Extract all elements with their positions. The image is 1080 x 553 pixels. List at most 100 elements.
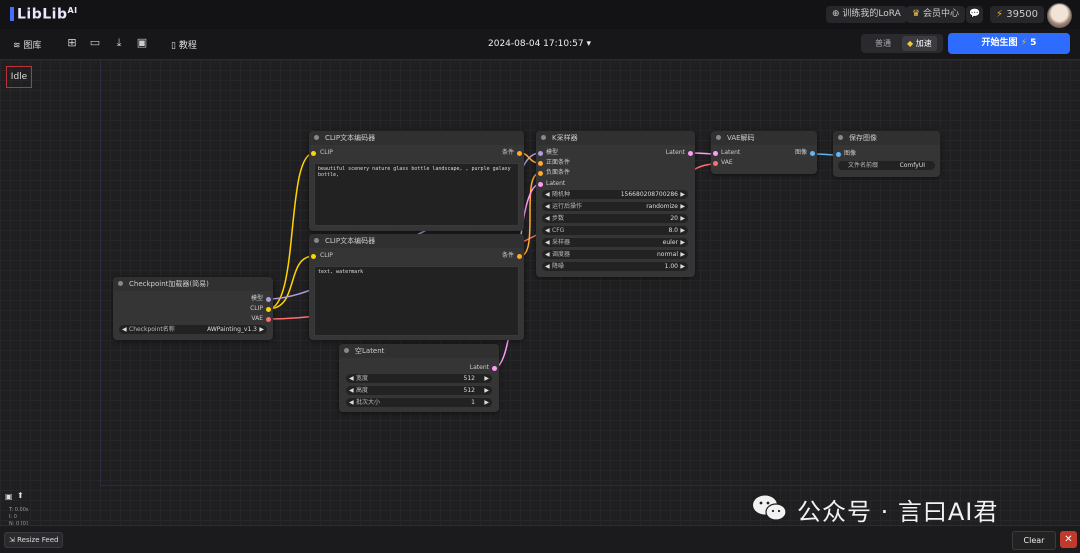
- model-input-port[interactable]: [538, 151, 543, 156]
- arrow-right-icon[interactable]: ▶: [680, 202, 685, 211]
- queue-status: Idle: [6, 66, 32, 88]
- arrow-right-icon[interactable]: ▶: [484, 386, 489, 395]
- arrow-left-icon[interactable]: ◀: [349, 374, 354, 383]
- denoise-widget[interactable]: ◀ 降噪 1.00 ▶: [542, 262, 688, 271]
- message-button[interactable]: 💬: [966, 6, 984, 23]
- prompt-textarea[interactable]: beautiful scenery nature glass bottle la…: [314, 163, 519, 226]
- arrow-left-icon[interactable]: ◀: [349, 386, 354, 395]
- clip-input-port[interactable]: [311, 254, 316, 259]
- arrow-left-icon[interactable]: ◀: [545, 226, 550, 235]
- save-image-node[interactable]: 保存图像 图像 文件名前缀 ComfyUI: [833, 131, 940, 177]
- batch-size-widget[interactable]: ◀ 批次大小 1 ▶: [346, 398, 492, 407]
- arrow-left-icon[interactable]: ◀: [545, 250, 550, 259]
- node-collapse-dot[interactable]: [314, 238, 319, 243]
- scheduler-widget[interactable]: ◀ 调度器 normal ▶: [542, 250, 688, 259]
- arrow-right-icon[interactable]: ▶: [680, 190, 685, 199]
- cfg-widget[interactable]: ◀ CFG 8.0 ▶: [542, 226, 688, 235]
- height-widget[interactable]: ◀ 高度 512 ▶: [346, 386, 492, 395]
- node-collapse-dot[interactable]: [118, 281, 123, 286]
- node-title[interactable]: K采样器: [536, 131, 695, 145]
- logo-mark-icon: [10, 6, 14, 21]
- checkpoint-name-select[interactable]: ◀ Checkpoint名称 AWPainting_v1.3 ▶: [119, 325, 267, 334]
- negative-prompt-textarea[interactable]: text, watermark: [314, 266, 519, 336]
- node-collapse-dot[interactable]: [716, 135, 721, 140]
- vae-output-port[interactable]: [266, 317, 271, 322]
- start-generate-button[interactable]: 开始生图 ⚡ 5: [948, 33, 1070, 54]
- vae-decode-node[interactable]: VAE解码 Latent VAE 图像: [711, 131, 817, 174]
- arrow-right-icon[interactable]: ▶: [680, 238, 685, 247]
- latent-input-port[interactable]: [538, 182, 543, 187]
- node-title[interactable]: 保存图像: [833, 131, 940, 145]
- mode-normal-tab[interactable]: 普通: [870, 36, 896, 51]
- save-icon[interactable]: ▣: [136, 37, 148, 49]
- ksampler-node[interactable]: K采样器 模型 正面条件 负面条件 Latent Latent ◀ 随机种 1566…: [536, 131, 695, 277]
- library-button[interactable]: ≋ 图库: [13, 38, 41, 51]
- arrow-right-icon[interactable]: ▶: [680, 214, 685, 223]
- train-lora-button[interactable]: ⊕ 训练我的LoRA: [826, 6, 907, 23]
- tutorial-button[interactable]: ▯ 教程: [171, 38, 197, 51]
- width-widget[interactable]: ◀ 宽度 512 ▶: [346, 374, 492, 383]
- image-input-port[interactable]: [836, 152, 841, 157]
- clip-text-encode-node-1[interactable]: CLIP文本编码器 CLIP 条件 beautiful scenery natu…: [309, 131, 524, 231]
- node-title[interactable]: 空Latent: [339, 344, 499, 358]
- latent-output-port[interactable]: [492, 366, 497, 371]
- control-after-generate-widget[interactable]: ◀ 运行后操作 randomize ▶: [542, 202, 688, 211]
- arrow-right-icon[interactable]: ▶: [259, 325, 264, 334]
- node-title[interactable]: CLIP文本编码器: [309, 234, 524, 248]
- vae-input-port[interactable]: [713, 161, 718, 166]
- canvas-upload-icon[interactable]: ⬆: [17, 491, 24, 500]
- filename-prefix-input[interactable]: 文件名前缀 ComfyUI: [838, 161, 935, 170]
- arrow-right-icon[interactable]: ▶: [680, 262, 685, 271]
- arrow-right-icon[interactable]: ▶: [680, 250, 685, 259]
- mode-fast-tab[interactable]: ◆ 加速: [902, 36, 937, 51]
- node-collapse-dot[interactable]: [541, 135, 546, 140]
- negative-input-port[interactable]: [538, 171, 543, 176]
- points-badge[interactable]: ⚡ 39500: [990, 6, 1045, 23]
- arrow-left-icon[interactable]: ◀: [545, 238, 550, 247]
- clear-button[interactable]: Clear: [1012, 531, 1056, 550]
- app-logo[interactable]: LibLibAI: [10, 6, 78, 23]
- steps-widget[interactable]: ◀ 步数 20 ▶: [542, 214, 688, 223]
- arrow-left-icon[interactable]: ◀: [545, 202, 550, 211]
- arrow-left-icon[interactable]: ◀: [545, 190, 550, 199]
- seed-widget[interactable]: ◀ 随机种 156680208700286 ▶: [542, 190, 688, 199]
- close-icon[interactable]: ✕: [1060, 531, 1077, 548]
- clip-output-port[interactable]: [266, 307, 271, 312]
- empty-latent-node[interactable]: 空Latent Latent ◀ 宽度 512 ▶ ◀ 高度 512 ▶ ◀ 批次大小 1 ▶: [339, 344, 499, 412]
- node-title[interactable]: CLIP文本编码器: [309, 131, 524, 145]
- node-title[interactable]: Checkpoint加载器(简易): [113, 277, 273, 291]
- new-file-icon[interactable]: ⊞: [66, 37, 78, 49]
- caret-down-icon: ▾: [586, 39, 591, 49]
- model-output-port[interactable]: [266, 297, 271, 302]
- resize-feed-button[interactable]: ⇲ Resize Feed: [4, 532, 64, 548]
- positive-input-port[interactable]: [538, 161, 543, 166]
- arrow-left-icon[interactable]: ◀: [122, 325, 127, 334]
- node-title[interactable]: VAE解码: [711, 131, 817, 145]
- condition-output-port[interactable]: [517, 151, 522, 156]
- download-icon[interactable]: ⤓: [113, 37, 125, 49]
- open-folder-icon[interactable]: ▭: [89, 37, 101, 49]
- clip-input-port[interactable]: [311, 151, 316, 156]
- clip-text-encode-node-2[interactable]: CLIP文本编码器 CLIP 条件 text, watermark: [309, 234, 524, 340]
- bottom-bar: [0, 525, 1080, 553]
- node-collapse-dot[interactable]: [314, 135, 319, 140]
- canvas-save-icon[interactable]: ▣: [5, 492, 13, 501]
- latent-output-port[interactable]: [688, 151, 693, 156]
- condition-output-port[interactable]: [517, 254, 522, 259]
- member-center-button[interactable]: ♛ 会员中心: [906, 6, 965, 23]
- image-output-port[interactable]: [810, 151, 815, 156]
- arrow-right-icon[interactable]: ▶: [484, 374, 489, 383]
- workflow-datetime-dropdown[interactable]: 2024-08-04 17:10:57 ▾: [488, 39, 591, 49]
- arrow-right-icon[interactable]: ▶: [484, 398, 489, 407]
- sampler-widget[interactable]: ◀ 采样器 euler ▶: [542, 238, 688, 247]
- book-icon: ▯: [171, 41, 176, 51]
- node-collapse-dot[interactable]: [838, 135, 843, 140]
- latent-input-port[interactable]: [713, 151, 718, 156]
- arrow-left-icon[interactable]: ◀: [545, 262, 550, 271]
- checkpoint-loader-node[interactable]: Checkpoint加载器(简易) 模型 CLIP VAE ◀ Checkpoi…: [113, 277, 273, 340]
- arrow-left-icon[interactable]: ◀: [545, 214, 550, 223]
- node-collapse-dot[interactable]: [344, 348, 349, 353]
- arrow-right-icon[interactable]: ▶: [680, 226, 685, 235]
- arrow-left-icon[interactable]: ◀: [349, 398, 354, 407]
- user-avatar[interactable]: [1047, 3, 1072, 28]
